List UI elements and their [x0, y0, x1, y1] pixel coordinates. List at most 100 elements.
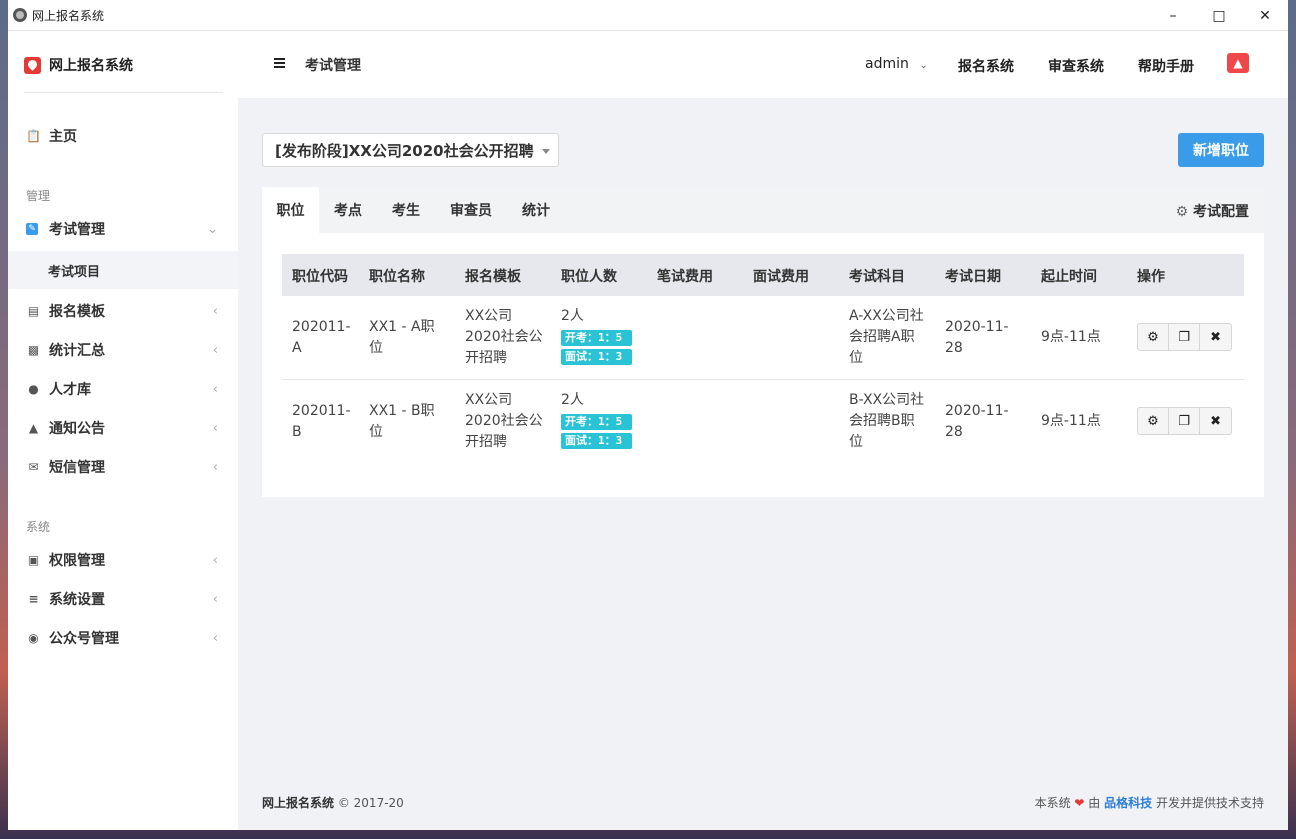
chevron-left-icon: ‹: [212, 303, 218, 319]
link-registration-system[interactable]: 报名系统: [958, 56, 1014, 76]
registration-template: XX公司 2020社会公 开招聘: [465, 390, 543, 453]
exam-select-value: [发布阶段]XX公司2020社会公开招聘: [275, 141, 534, 160]
cell-line: XX1 - B职: [369, 403, 435, 419]
column-header: 起止时间: [1041, 269, 1097, 285]
tab-reviewers[interactable]: 审查员: [435, 187, 507, 233]
cell-line: 2人: [561, 308, 584, 324]
cell-line: 2人: [561, 392, 584, 408]
delete-x-icon[interactable]: ✖: [1200, 324, 1231, 350]
cell-line: 2020社会公: [465, 413, 543, 429]
tab-exam-sites[interactable]: 考点: [319, 187, 377, 233]
sidebar-item-statistics[interactable]: ▩ 统计汇总 ‹: [8, 331, 238, 369]
exam-select[interactable]: [发布阶段]XX公司2020社会公开招聘: [262, 133, 559, 167]
sidebar-item-exam-manage[interactable]: ✎ 考试管理 ⌄: [8, 210, 238, 248]
exam-subject: A-XX公司社 会招聘A职 位: [849, 306, 924, 369]
cell-line: B-XX公司社: [849, 392, 925, 408]
cell-line: A: [292, 340, 302, 356]
exam-date: 2020-11- 28: [945, 401, 1009, 443]
title-bar: 网上报名系统 – □ ✕: [8, 0, 1288, 31]
delete-x-icon[interactable]: ✖: [1200, 408, 1231, 434]
sidebar-item-notice[interactable]: ▲ 通知公告 ‹: [8, 409, 238, 447]
envelope-icon: ✉: [28, 460, 39, 474]
sidebar-item-home[interactable]: 📋 主页: [8, 117, 238, 155]
sidebar-item-label: 系统设置: [49, 592, 105, 608]
sidebar-item-settings[interactable]: ≡ 系统设置 ‹: [8, 580, 238, 618]
settings-cogs-icon[interactable]: ⚙: [1138, 324, 1170, 350]
column-header: 操作: [1137, 269, 1165, 285]
sidebar-item-sms[interactable]: ✉ 短信管理 ‹: [8, 448, 238, 486]
column-header: 职位人数: [561, 269, 617, 285]
copy-icon[interactable]: ❐: [1169, 324, 1201, 350]
chevron-left-icon: ‹: [212, 630, 218, 646]
position-code: 202011- A: [292, 317, 351, 359]
tab-positions[interactable]: 职位: [262, 187, 319, 233]
link-help-manual[interactable]: 帮助手册: [1138, 56, 1194, 76]
sidebar-item-label: 通知公告: [49, 421, 105, 437]
column-header: 考试日期: [945, 269, 1001, 285]
brand-name: 网上报名系统: [49, 58, 133, 74]
cell-line: 位: [849, 434, 863, 450]
cell-line: 2020社会公: [465, 329, 543, 345]
link-review-system[interactable]: 审查系统: [1048, 56, 1104, 76]
maximize-button[interactable]: □: [1196, 0, 1242, 31]
map-pin-logo-icon: [24, 56, 41, 74]
column-header: 职位名称: [369, 269, 425, 285]
user-menu[interactable]: admin ⌄: [865, 56, 928, 72]
company-link[interactable]: 品格科技: [1104, 796, 1152, 810]
chevron-left-icon: ‹: [212, 381, 218, 397]
id-card-icon: ▤: [27, 304, 40, 318]
exam-config-link[interactable]: ⚙ 考试配置: [1176, 201, 1249, 221]
cell-line: 28: [945, 340, 963, 356]
cell-line: 位: [369, 340, 383, 356]
column-header: 报名模板: [465, 269, 521, 285]
top-bar: 考试管理 admin ⌄ 报名系统 审查系统 帮助手册 ▲: [238, 31, 1288, 98]
footer-year: © 2017-20: [337, 796, 404, 810]
breadcrumb: 考试管理: [305, 58, 361, 74]
copy-icon[interactable]: ❐: [1169, 408, 1201, 434]
sidebar-item-wechat[interactable]: ◉ 公众号管理 ‹: [8, 619, 238, 657]
column-header: 面试费用: [753, 269, 809, 285]
cell-line: A-XX公司社: [849, 308, 924, 324]
row-actions: ⚙ ❐ ✖: [1137, 407, 1232, 435]
sidebar-subitem-exam-project[interactable]: 考试项目: [8, 251, 238, 289]
lock-icon: ▣: [27, 553, 40, 567]
exam-time: 9点-11点: [1041, 329, 1101, 345]
footer-prefix: 本系统: [1034, 796, 1071, 810]
cell-line: 202011-: [292, 403, 351, 419]
app-window: 网上报名系统 – □ ✕ 网上报名系统 📋 主页 管理 ✎ 考试管理 ⌄ 考试项…: [8, 0, 1288, 830]
sidebar-item-template[interactable]: ▤ 报名模板 ‹: [8, 292, 238, 330]
users-icon: ●: [28, 382, 39, 396]
settings-cogs-icon[interactable]: ⚙: [1138, 408, 1170, 434]
bar-chart-icon: ▩: [27, 343, 40, 357]
cell-line: 2020-11-: [945, 403, 1009, 419]
notification-bell-icon[interactable]: ▲: [1227, 53, 1249, 73]
close-button[interactable]: ✕: [1242, 0, 1288, 31]
table-row: 202011- A XX1 - A职 位 XX公司 2020社会公 开招聘 2人…: [282, 296, 1244, 380]
double-chevron-down-icon: ⌄: [207, 221, 218, 237]
chevron-down-icon: ⌄: [919, 60, 928, 71]
cell-line: B: [292, 424, 302, 440]
position-count: 2人 开考：1：5 面试：1：3: [561, 306, 632, 365]
tab-statistics[interactable]: 统计: [507, 187, 565, 233]
sidebar-item-label: 统计汇总: [49, 343, 105, 359]
minimize-button[interactable]: –: [1150, 0, 1196, 31]
heart-icon: ❤: [1074, 796, 1085, 810]
sidebar-item-talent-pool[interactable]: ● 人才库 ‹: [8, 370, 238, 408]
sidebar: 网上报名系统 📋 主页 管理 ✎ 考试管理 ⌄ 考试项目 ▤ 报名模板 ‹ ▩ …: [8, 31, 238, 830]
add-position-button[interactable]: 新增职位: [1178, 133, 1264, 167]
tab-bar: 职位 考点 考生 审查员 统计 ⚙ 考试配置: [262, 187, 1264, 233]
clipboard-icon: 📋: [26, 129, 41, 143]
wechat-icon: ◉: [28, 631, 39, 645]
cell-line: 位: [849, 350, 863, 366]
sidebar-item-permissions[interactable]: ▣ 权限管理 ‹: [8, 541, 238, 579]
chevron-left-icon: ‹: [212, 591, 218, 607]
position-name: XX1 - B职 位: [369, 401, 435, 443]
chevron-left-icon: ‹: [212, 420, 218, 436]
cell-line: 会招聘A职: [849, 329, 915, 345]
brand[interactable]: 网上报名系统: [24, 55, 133, 75]
column-header: 职位代码: [292, 269, 348, 285]
sidebar-item-label: 公众号管理: [49, 631, 119, 647]
cell-line: 28: [945, 424, 963, 440]
tab-candidates[interactable]: 考生: [377, 187, 435, 233]
menu-toggle-icon[interactable]: [274, 58, 285, 68]
